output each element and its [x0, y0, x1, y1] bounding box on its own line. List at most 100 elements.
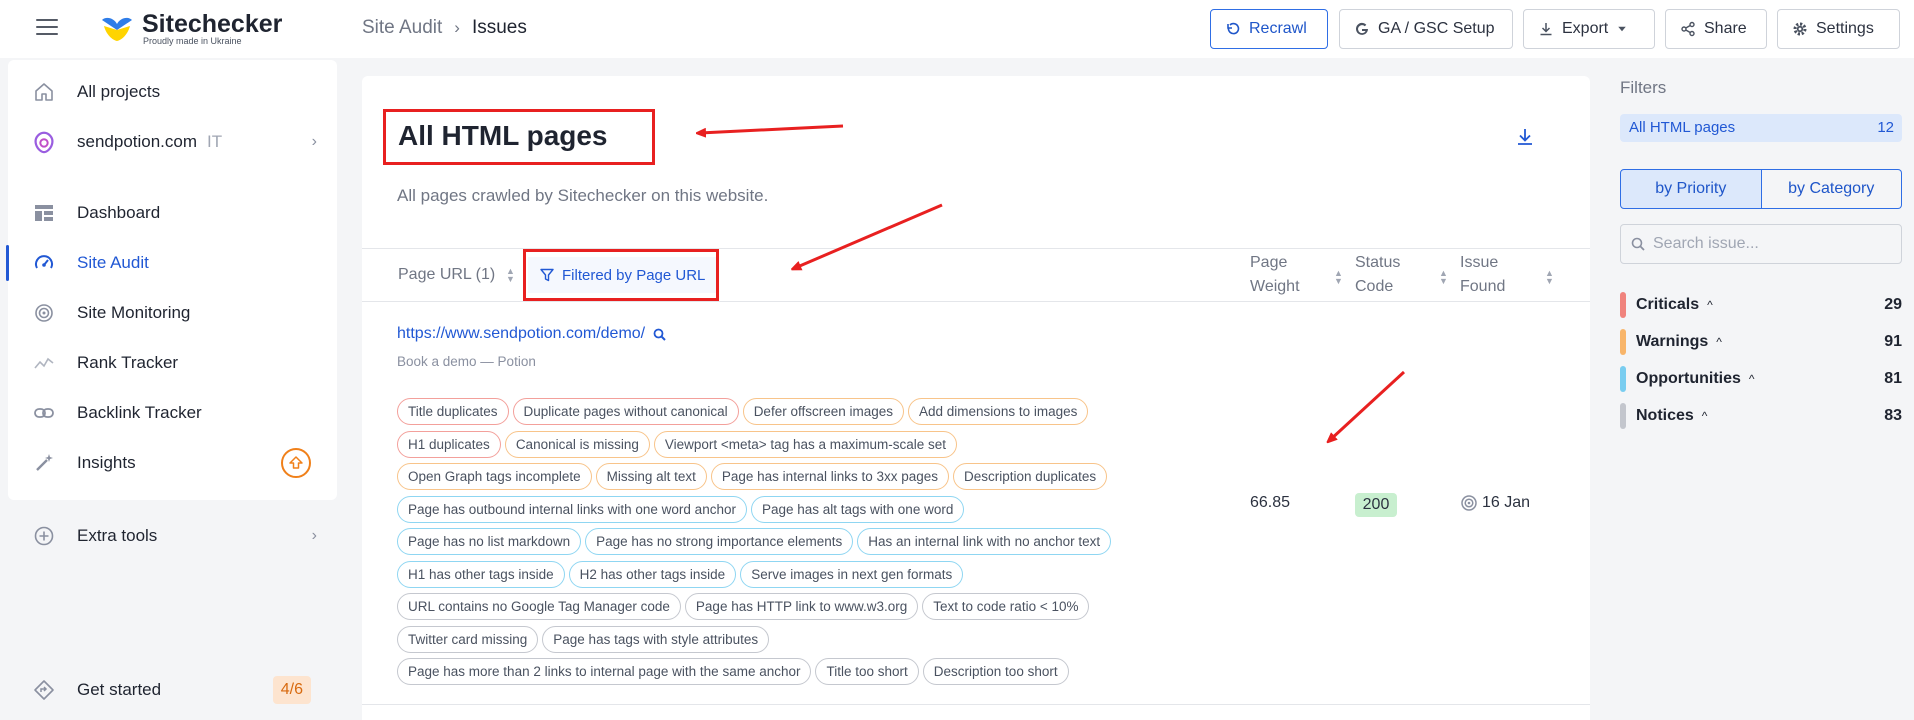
filter-category-notices[interactable]: Notices ^ 83: [1620, 403, 1902, 431]
issue-tag-warning[interactable]: Add dimensions to images: [908, 398, 1089, 425]
by-priority-tab[interactable]: by Priority: [1620, 169, 1762, 209]
logo-name: Sitechecker: [142, 9, 283, 38]
issue-tag-opportunity[interactable]: Serve images in next gen formats: [740, 560, 964, 588]
sidebar-item-all-projects[interactable]: All projects: [8, 70, 337, 114]
sort-icon[interactable]: ▲ ▼: [1439, 269, 1448, 286]
search-issue-input[interactable]: [1653, 235, 1883, 253]
category-count: 81: [1884, 370, 1902, 387]
search-icon[interactable]: [653, 328, 666, 341]
issue-tag-warning[interactable]: Page has internal links to 3xx pages: [710, 463, 950, 490]
issue-tag-critical[interactable]: Duplicate pages without canonical: [512, 398, 739, 425]
sidebar-item-get-started[interactable]: Get started 4/6: [8, 670, 337, 710]
issue-tag-notice[interactable]: Text to code ratio < 10%: [922, 593, 1090, 620]
issue-tag-critical[interactable]: Title duplicates: [397, 398, 509, 425]
project-language-tag: IT: [207, 132, 223, 151]
filter-category-warnings[interactable]: Warnings ^ 91: [1620, 329, 1902, 357]
issue-tag-opportunity[interactable]: Has an internal link with no anchor text: [857, 528, 1112, 555]
annotation-box-title: [383, 109, 655, 165]
export-button[interactable]: Export: [1523, 9, 1655, 49]
upgrade-arrow-icon[interactable]: [281, 448, 311, 478]
issue-tag-opportunity[interactable]: Page has outbound internal links with on…: [397, 495, 747, 523]
issue-tag-opportunity[interactable]: H2 has other tags inside: [568, 560, 737, 588]
issue-tag-notice[interactable]: Title too short: [815, 658, 919, 685]
ga-gsc-setup-button[interactable]: GA / GSC Setup: [1339, 9, 1513, 49]
download-icon: [1540, 23, 1552, 36]
sidebar-item-site-audit[interactable]: Site Audit: [6, 241, 337, 285]
chevron-up-icon[interactable]: ^: [1749, 372, 1755, 386]
sidebar-item-dashboard[interactable]: Dashboard: [8, 191, 337, 235]
column-header-page-url[interactable]: Page URL (1): [398, 263, 495, 287]
filter-all-count: 12: [1877, 119, 1894, 136]
project-domain: sendpotion.com: [77, 132, 198, 151]
filter-all-html-pages[interactable]: All HTML pages 12: [1620, 114, 1902, 142]
recrawl-button[interactable]: Recrawl: [1210, 9, 1328, 49]
issue-tag-warning[interactable]: Description duplicates: [953, 463, 1108, 490]
recrawl-label: Recrawl: [1249, 20, 1307, 37]
issue-tags: Title duplicates Duplicate pages without …: [397, 398, 1247, 691]
sidebar-item-label: Backlink Tracker: [77, 403, 202, 422]
ga-gsc-label: GA / GSC Setup: [1378, 20, 1495, 37]
diamond-arrow-icon: [32, 678, 56, 702]
issue-tag-notice[interactable]: Description too short: [922, 658, 1069, 685]
issue-tag-warning[interactable]: Missing alt text: [595, 463, 707, 490]
category-count: 91: [1884, 333, 1902, 350]
sidebar-item-label: Site Monitoring: [77, 303, 191, 322]
category-label: Warnings: [1636, 333, 1709, 350]
issue-tag-warning[interactable]: Defer offscreen images: [742, 398, 905, 425]
column-header-issue-found[interactable]: Issue Found: [1460, 251, 1505, 299]
download-icon[interactable]: [1514, 126, 1536, 148]
issue-tag-opportunity[interactable]: Page has no list markdown: [397, 528, 582, 555]
sidebar-item-insights[interactable]: Insights: [8, 441, 337, 485]
issue-tag-notice[interactable]: Page has more than 2 links to internal p…: [397, 658, 812, 685]
breadcrumb-site-audit[interactable]: Site Audit: [362, 17, 442, 39]
settings-button[interactable]: Settings: [1777, 9, 1900, 49]
issue-tag-warning[interactable]: Viewport <meta> tag has a maximum-scale …: [653, 430, 958, 458]
filter-category-opportunities[interactable]: Opportunities ^ 81: [1620, 366, 1902, 394]
issue-tag-notice[interactable]: Page has tags with style attributes: [542, 625, 770, 653]
issue-tag-notice[interactable]: Page has HTTP link to www.w3.org: [684, 593, 919, 620]
sidebar-item-rank-tracker[interactable]: Rank Tracker: [8, 341, 337, 385]
issue-tag-opportunity[interactable]: Page has no strong importance elements: [585, 528, 854, 555]
sort-icon[interactable]: ▲ ▼: [1545, 269, 1554, 286]
category-color-bar: [1620, 403, 1626, 429]
chevron-up-icon[interactable]: ^: [1707, 298, 1713, 312]
sidebar: All projects sendpotion.com IT › Dashboar…: [6, 60, 337, 500]
search-issue-field[interactable]: [1620, 224, 1902, 264]
logo[interactable]: Sitechecker Proudly made in Ukraine: [100, 10, 282, 48]
issues-card: All HTML pages All pages crawled by Site…: [362, 76, 1590, 720]
issue-tag-opportunity[interactable]: H1 has other tags inside: [397, 560, 565, 588]
by-category-tab[interactable]: by Category: [1761, 169, 1902, 209]
issue-tag-notice[interactable]: URL contains no Google Tag Manager code: [397, 593, 681, 620]
radar-icon: [32, 301, 56, 325]
category-label: Notices: [1636, 407, 1694, 424]
annotation-box-filter: [523, 249, 719, 301]
tag-line: Page has more than 2 links to internal p…: [397, 658, 1247, 691]
sidebar-item-backlink-tracker[interactable]: Backlink Tracker: [8, 391, 337, 435]
issue-tag-warning[interactable]: Open Graph tags incomplete: [397, 463, 592, 490]
sort-icon[interactable]: ▲ ▼: [1334, 269, 1343, 286]
sidebar-item-extra-tools[interactable]: Extra tools ›: [8, 518, 337, 554]
page-weight-value: 66.85: [1250, 494, 1291, 511]
sort-icon[interactable]: ▲ ▼: [506, 267, 515, 284]
chevron-up-icon[interactable]: ^: [1702, 409, 1708, 423]
filter-category-criticals[interactable]: Criticals ^ 29: [1620, 292, 1902, 320]
breadcrumb: Site Audit › Issues: [362, 17, 527, 39]
column-header-page-weight[interactable]: Page Weight: [1250, 251, 1300, 299]
share-button[interactable]: Share: [1665, 9, 1767, 49]
column-header-status-code[interactable]: Status Code: [1355, 251, 1400, 299]
page-url-link[interactable]: https://www.sendpotion.com/demo/: [397, 325, 645, 343]
issue-tag-warning[interactable]: Canonical is missing: [504, 430, 650, 458]
issue-tag-opportunity[interactable]: Page has alt tags with one word: [750, 495, 965, 523]
table-header: Page URL (1) ▲ ▼ Filtered by Page URL Pag…: [362, 248, 1590, 302]
sidebar-item-site-monitoring[interactable]: Site Monitoring: [8, 291, 337, 335]
page-description: All pages crawled by Sitechecker on this…: [397, 186, 769, 205]
gear-icon: [1793, 22, 1807, 36]
issue-tag-critical[interactable]: H1 duplicates: [397, 430, 501, 458]
export-label: Export: [1562, 20, 1609, 37]
chevron-up-icon[interactable]: ^: [1716, 335, 1722, 349]
category-label: Criticals: [1636, 296, 1700, 313]
sidebar-item-project[interactable]: sendpotion.com IT ›: [8, 120, 337, 164]
gauge-icon: [32, 251, 56, 275]
issue-tag-notice[interactable]: Twitter card missing: [397, 625, 539, 653]
menu-icon[interactable]: [36, 19, 58, 37]
